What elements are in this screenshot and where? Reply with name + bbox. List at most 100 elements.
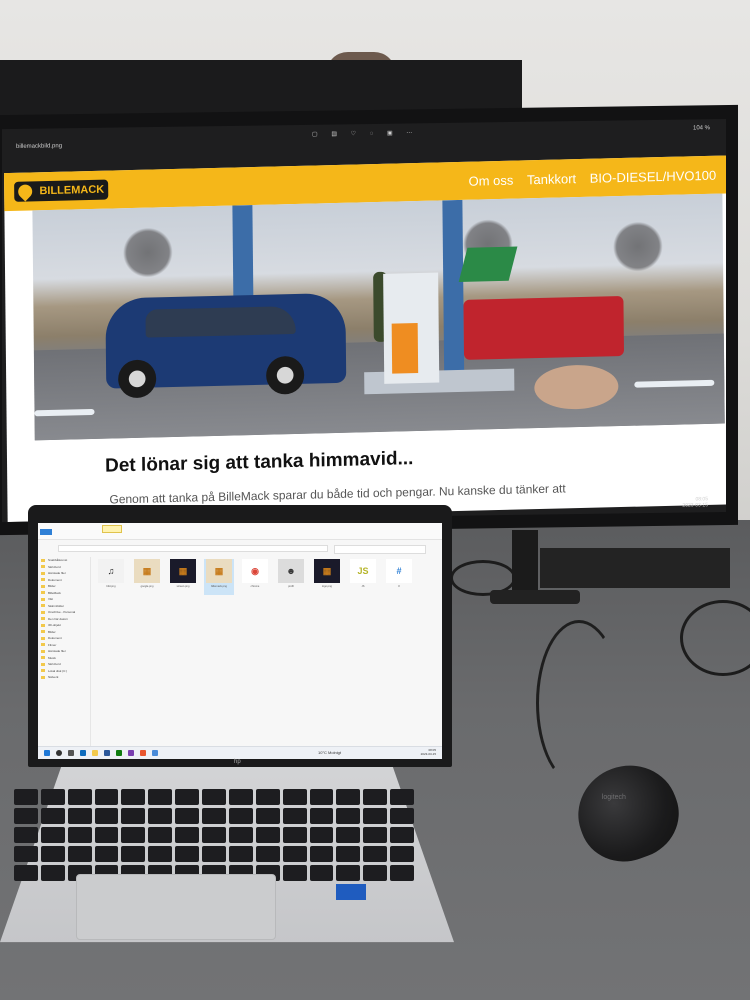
keyboard-key[interactable]: [363, 808, 388, 824]
keyboard-key[interactable]: [67, 827, 92, 843]
file-item[interactable]: ☻ profil: [276, 559, 306, 595]
viewer-tool-icons[interactable]: ▢ ▤ ♡ ◌ ▣ ⋯: [312, 129, 418, 137]
keyboard-key[interactable]: [94, 846, 119, 862]
keyboard-key[interactable]: [202, 846, 226, 862]
keyboard-key[interactable]: [228, 846, 253, 862]
touchpad[interactable]: [76, 874, 276, 940]
keyboard-key[interactable]: [175, 827, 200, 843]
keyboard-key[interactable]: [67, 789, 92, 805]
keyboard-key[interactable]: [336, 827, 361, 843]
keyboard-key[interactable]: [202, 808, 226, 824]
file-item[interactable]: ▦ billemack.png: [204, 559, 234, 595]
keyboard-key[interactable]: [148, 827, 173, 843]
explorer-ribbon-tab[interactable]: [40, 529, 52, 535]
file-item[interactable]: ▦ google.png: [132, 559, 162, 595]
file-item[interactable]: JS JS: [348, 559, 378, 595]
viewer-zoom-level[interactable]: 104 %: [693, 125, 710, 131]
keyboard-key[interactable]: [228, 808, 253, 824]
file-item[interactable]: ▦ screen.png: [168, 559, 198, 595]
keyboard-key[interactable]: [121, 846, 146, 862]
keyboard-key[interactable]: [336, 808, 361, 824]
keyboard-key[interactable]: [363, 865, 388, 881]
keyboard-key[interactable]: [121, 808, 146, 824]
keyboard-key[interactable]: [282, 827, 307, 843]
folder-icon[interactable]: [92, 750, 98, 756]
keyboard-key[interactable]: [255, 789, 280, 805]
keyboard-key[interactable]: [390, 827, 414, 843]
keyboard-key[interactable]: [363, 789, 388, 805]
nav-om-oss[interactable]: Om oss: [468, 173, 513, 189]
billemack-logo[interactable]: BILLEMACK: [14, 179, 109, 202]
keyboard-key[interactable]: [121, 827, 146, 843]
app-icon[interactable]: [116, 750, 122, 756]
keyboard-key[interactable]: [363, 846, 388, 862]
explorer-address-bar[interactable]: [58, 545, 328, 552]
keyboard-key[interactable]: [94, 808, 119, 824]
keyboard-key[interactable]: [390, 789, 414, 805]
app-icon[interactable]: [128, 750, 134, 756]
store-icon[interactable]: [104, 750, 110, 756]
keyboard-key[interactable]: [336, 865, 361, 881]
app-icon[interactable]: [140, 750, 146, 756]
keyboard-key[interactable]: [40, 865, 65, 881]
keyboard-key[interactable]: [309, 865, 334, 881]
keyboard-key[interactable]: [282, 865, 307, 881]
keyboard-key[interactable]: [40, 846, 65, 862]
keyboard-key[interactable]: [94, 789, 119, 805]
keyboard-key[interactable]: [309, 846, 334, 862]
file-item[interactable]: ▦ logo.png: [312, 559, 342, 595]
keyboard-key[interactable]: [14, 865, 38, 881]
app-icon[interactable]: [152, 750, 158, 756]
keyboard-key[interactable]: [148, 808, 173, 824]
keyboard-key[interactable]: [175, 808, 200, 824]
windows-start-icon[interactable]: [44, 750, 50, 756]
explorer-search-box[interactable]: [334, 545, 426, 554]
keyboard-key[interactable]: [202, 789, 226, 805]
keyboard-key[interactable]: [390, 865, 414, 881]
file-item[interactable]: ◉ chrome: [240, 559, 270, 595]
keyboard-key[interactable]: [14, 808, 38, 824]
keyboard-key[interactable]: [148, 789, 173, 805]
explorer-manage-tab[interactable]: [102, 525, 122, 533]
keyboard-key[interactable]: [309, 827, 334, 843]
task-view-icon[interactable]: [68, 750, 74, 756]
weather-widget[interactable]: 10°C Molnigt: [318, 750, 341, 755]
nav-bio-diesel[interactable]: BIO-DIESEL/HVO100: [590, 168, 717, 186]
keyboard-key[interactable]: [202, 827, 226, 843]
keyboard-key[interactable]: [40, 789, 65, 805]
keyboard-key[interactable]: [14, 846, 38, 862]
keyboard-key[interactable]: [309, 789, 334, 805]
search-icon[interactable]: [56, 750, 62, 756]
taskbar-clock[interactable]: 08:05 2023-03-15: [421, 748, 436, 756]
keyboard-key[interactable]: [390, 846, 414, 862]
keyboard-key[interactable]: [336, 846, 361, 862]
keyboard-key[interactable]: [175, 789, 200, 805]
keyboard-key[interactable]: [255, 808, 280, 824]
keyboard-key[interactable]: [40, 808, 65, 824]
keyboard-key[interactable]: [228, 789, 253, 805]
keyboard-key[interactable]: [255, 846, 280, 862]
keyboard-key[interactable]: [282, 789, 307, 805]
keyboard-key[interactable]: [390, 808, 414, 824]
keyboard-key[interactable]: [255, 827, 280, 843]
keyboard-key[interactable]: [363, 827, 388, 843]
edge-icon[interactable]: [80, 750, 86, 756]
file-item[interactable]: # #: [384, 559, 414, 595]
keyboard-key[interactable]: [94, 827, 119, 843]
file-item[interactable]: ♫ bild.png: [96, 559, 126, 595]
nav-tankkort[interactable]: Tankkort: [527, 171, 576, 187]
keyboard-key[interactable]: [14, 827, 38, 843]
keyboard-key[interactable]: [67, 808, 92, 824]
keyboard-key[interactable]: [14, 789, 38, 805]
keyboard-key[interactable]: [336, 789, 361, 805]
keyboard-key[interactable]: [148, 846, 173, 862]
keyboard-key[interactable]: [309, 808, 334, 824]
sidebar-item[interactable]: Nätverk: [38, 674, 90, 681]
keyboard-key[interactable]: [40, 827, 65, 843]
keyboard-key[interactable]: [121, 789, 146, 805]
keyboard-key[interactable]: [282, 846, 307, 862]
keyboard-key[interactable]: [228, 827, 253, 843]
keyboard-key[interactable]: [67, 846, 92, 862]
keyboard-key[interactable]: [282, 808, 307, 824]
keyboard-key[interactable]: [175, 846, 200, 862]
